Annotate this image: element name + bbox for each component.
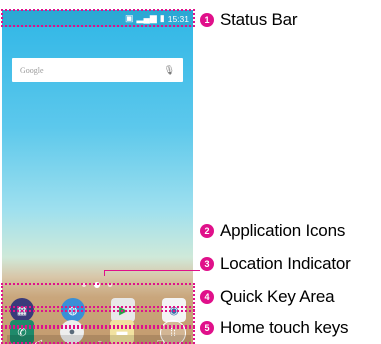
callout-label: Application Icons bbox=[220, 221, 346, 240]
location-indicator-leader-tick bbox=[104, 270, 105, 276]
callout-number: 2 bbox=[200, 224, 214, 238]
callout-label: Location Indicator bbox=[220, 254, 351, 273]
search-placeholder: Google bbox=[20, 65, 44, 75]
callout-label: Home touch keys bbox=[220, 318, 349, 337]
location-indicator-leader bbox=[104, 270, 200, 271]
callout-number: 1 bbox=[200, 13, 214, 27]
callout-home-touch-keys: 5 Home touch keys bbox=[200, 318, 349, 338]
callout-label: Quick Key Area bbox=[220, 287, 335, 306]
google-search-widget[interactable]: Google 🎙 bbox=[12, 58, 183, 82]
home-keys-highlight bbox=[1, 327, 195, 344]
callout-status-bar: 1 Status Bar bbox=[200, 10, 298, 30]
callout-label: Status Bar bbox=[220, 10, 298, 29]
callout-number: 3 bbox=[200, 257, 214, 271]
quick-key-highlight bbox=[1, 306, 195, 327]
callout-application-icons: 2 Application Icons bbox=[200, 221, 345, 241]
callout-number: 5 bbox=[200, 321, 214, 335]
callout-number: 4 bbox=[200, 290, 214, 304]
callout-quick-key-area: 4 Quick Key Area bbox=[200, 287, 335, 307]
mic-icon[interactable]: 🎙 bbox=[164, 65, 175, 76]
callout-location-indicator: 3 Location Indicator bbox=[200, 254, 351, 274]
status-bar-highlight bbox=[1, 9, 195, 27]
